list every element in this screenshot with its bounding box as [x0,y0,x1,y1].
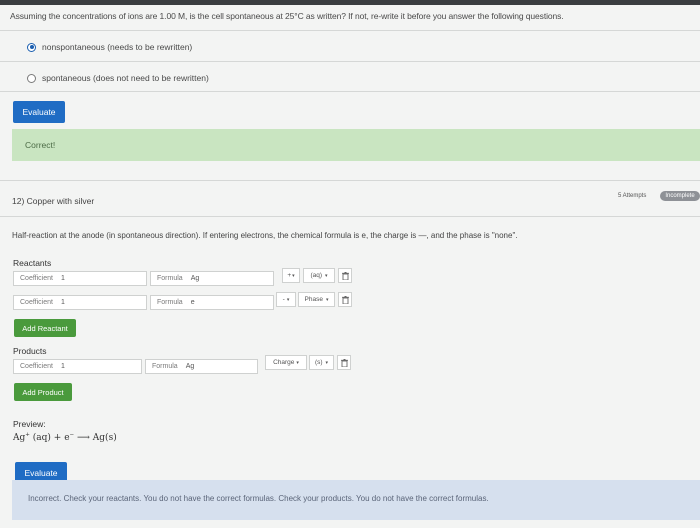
option-nonspontaneous[interactable]: nonspontaneous (needs to be rewritten) [27,42,192,52]
trash-icon [341,271,349,280]
chevron-down-icon: ▾ [325,272,328,279]
divider [0,216,700,217]
feedback-text: Correct! [25,140,56,150]
formula-value: Ag [190,275,200,282]
option-spontaneous[interactable]: spontaneous (does not need to be rewritt… [27,73,209,83]
phase-value: (s) [314,359,323,366]
charge-value: Charge [273,359,295,366]
correct-feedback: Correct! [12,129,700,161]
phase-select[interactable]: Phase ▾ [298,292,335,307]
preview-electron-charge: − [69,432,75,438]
trash-icon [340,358,348,367]
reactants-heading: Reactants [13,258,52,268]
preview-phase: (aq) [32,433,51,443]
add-reactant-button[interactable]: Add Reactant [14,319,76,337]
coefficient-label: Coefficient [20,363,53,370]
top-bar [0,0,700,5]
evaluate-button[interactable]: Evaluate [13,101,65,123]
formula-value: Ag [185,363,195,370]
preview-arrow: ⟶ [77,433,90,443]
part-title: 12) Copper with silver [12,196,95,206]
phase-select[interactable]: (s) ▾ [309,355,334,370]
add-product-button[interactable]: Add Product [14,383,72,401]
formula-label: Formula [157,275,183,282]
product-formula-field[interactable]: Formula Ag [145,359,258,374]
formula-value: e [190,299,195,306]
incorrect-feedback: Incorrect. Check your reactants. You do … [12,480,700,520]
feedback-text: Incorrect. Check your reactants. You do … [28,494,489,503]
charge-select[interactable]: Charge ▾ [265,355,307,370]
radio-unselected-icon[interactable] [27,73,36,83]
chevron-down-icon: ▾ [286,296,290,303]
charge-select[interactable]: + ▾ [282,268,300,283]
product-coefficient-field[interactable]: Coefficient 1 [13,359,142,374]
preview-plus: + [53,433,62,443]
phase-value: Phase [304,296,323,303]
divider [0,91,700,92]
phase-value: (aq) [310,272,323,279]
reactant-formula-field[interactable]: Formula Ag [150,271,274,286]
instructions: Half-reaction at the anode (in spontaneo… [12,231,518,240]
formula-label: Formula [152,363,178,370]
coefficient-label: Coefficient [20,275,53,282]
delete-button[interactable] [338,292,352,307]
preview-charge: + [25,432,30,438]
charge-select[interactable]: - ▾ [276,292,296,307]
charge-value: - [282,296,285,303]
chevron-down-icon: ▾ [292,272,295,279]
coefficient-value: 1 [60,363,65,370]
divider [0,180,700,181]
reactant-formula-field[interactable]: Formula e [150,295,274,310]
coefficient-value: 1 [60,275,65,282]
preview-equation: Ag+ (aq) + e− ⟶ Ag(s) [13,432,117,443]
option-label: spontaneous (does not need to be rewritt… [42,73,209,83]
preview-reactant-formula: Ag [13,433,26,443]
delete-button[interactable] [337,355,351,370]
question-text: Assuming the concentrations of ions are … [10,11,564,21]
preview-label: Preview: [13,419,46,429]
coefficient-value: 1 [60,299,65,306]
phase-select[interactable]: (aq) ▾ [303,268,335,283]
charge-value: + [287,272,292,279]
reactant-coefficient-field[interactable]: Coefficient 1 [13,271,147,286]
radio-selected-icon[interactable] [27,42,36,52]
divider [0,30,700,31]
formula-label: Formula [157,299,183,306]
preview-product: Ag(s) [92,433,117,443]
chevron-down-icon: ▾ [325,296,329,303]
chevron-down-icon: ▾ [296,359,299,366]
status-badge: Incomplete [660,191,700,201]
attempts-count: 5 Attempts [618,193,647,199]
reactant-coefficient-field[interactable]: Coefficient 1 [13,295,147,310]
chevron-down-icon: ▾ [325,359,329,366]
option-label: nonspontaneous (needs to be rewritten) [42,42,193,52]
delete-button[interactable] [338,268,352,283]
divider [0,61,700,62]
coefficient-label: Coefficient [20,299,53,306]
trash-icon [341,295,349,304]
products-heading: Products [13,346,47,356]
